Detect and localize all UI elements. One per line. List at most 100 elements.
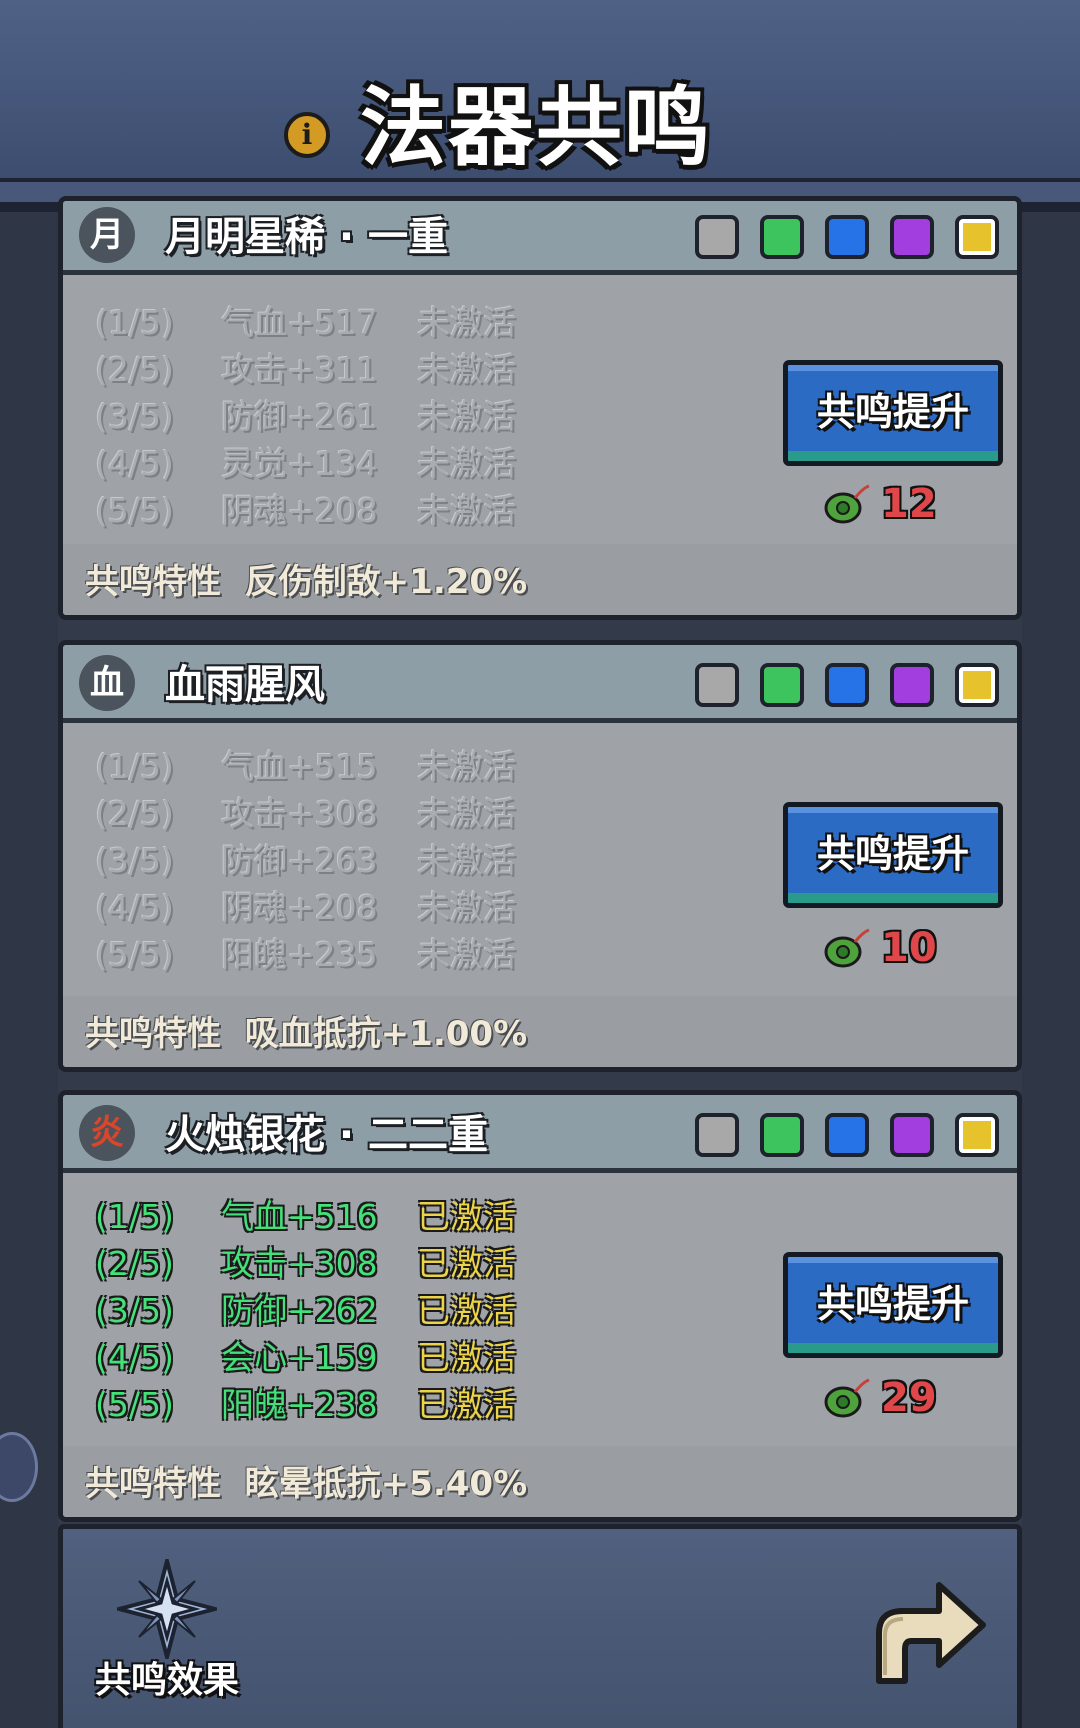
card-emblem-icon: 血 (79, 655, 135, 711)
bonus-row: (5/5) 阴魂+208 未激活 (95, 488, 595, 534)
bonus-state: 未激活 (417, 888, 516, 927)
trait-label: 共鸣特性 (85, 1014, 221, 1054)
resonance-upgrade-button[interactable]: 共鸣提升 (783, 802, 1003, 908)
upgrade-button-label: 共鸣提升 (816, 1282, 969, 1326)
bonus-level: (5/5) (95, 935, 174, 974)
gem-swatch[interactable] (760, 663, 804, 707)
trait-bar: 共鸣特性 眩晕抵抗+5.40% (63, 1446, 1017, 1517)
upgrade-cost: 29 (823, 1370, 983, 1426)
gem-swatch[interactable] (890, 1113, 934, 1157)
bonus-state: 未激活 (417, 747, 516, 786)
trait-label: 共鸣特性 (85, 562, 221, 602)
gem-swatch[interactable] (955, 215, 999, 259)
bonus-row: (5/5) 阳魄+235 未激活 (95, 932, 595, 978)
info-icon[interactable]: i (284, 112, 330, 158)
cost-value: 12 (881, 481, 937, 527)
card-body: (1/5) 气血+515 未激活 (2/5) 攻击+308 未激活 (3/5) … (63, 728, 1017, 1067)
bonus-level: (5/5) (95, 1385, 174, 1424)
gem-swatch[interactable] (695, 663, 739, 707)
cost-value: 29 (881, 1375, 937, 1421)
bonus-level: (2/5) (95, 1244, 174, 1283)
bonus-row: (4/5) 会心+159 已激活 (95, 1335, 595, 1381)
bonus-level: (5/5) (95, 491, 174, 530)
card-name: 月明星稀 · 一重 (165, 214, 449, 260)
jade-pendant-icon (824, 928, 870, 968)
bonus-stat: 阳魄+235 (221, 935, 378, 974)
bonus-row: (2/5) 攻击+308 未激活 (95, 791, 595, 837)
bonus-stat: 防御+263 (221, 841, 378, 880)
gem-swatch[interactable] (890, 215, 934, 259)
footer-bar: 共鸣效果 (58, 1524, 1022, 1728)
header-banner: i 法器共鸣 (0, 0, 1080, 212)
resonance-upgrade-button[interactable]: 共鸣提升 (783, 360, 1003, 466)
bonus-state: 未激活 (417, 491, 516, 530)
bonus-row: (4/5) 阴魂+208 未激活 (95, 885, 595, 931)
trait-label: 共鸣特性 (85, 1464, 221, 1504)
bonus-level: (3/5) (95, 841, 174, 880)
return-arrow-icon[interactable] (859, 1571, 989, 1691)
gem-swatch[interactable] (695, 1113, 739, 1157)
bonus-level: (1/5) (95, 303, 174, 342)
bonus-state: 已激活 (417, 1291, 516, 1330)
bonus-level: (4/5) (95, 1338, 174, 1377)
gem-swatch[interactable] (760, 1113, 804, 1157)
trait-value: 反伤制敌+1.20% (244, 562, 528, 602)
background-right (1022, 0, 1080, 1728)
card-body: (1/5) 气血+516 已激活 (2/5) 攻击+308 已激活 (3/5) … (63, 1178, 1017, 1517)
bonus-level: (1/5) (95, 1197, 174, 1236)
bonus-stat: 攻击+308 (221, 794, 378, 833)
star-compass-icon (117, 1559, 217, 1659)
upgrade-button-label: 共鸣提升 (816, 832, 969, 876)
bonus-row: (4/5) 灵觉+134 未激活 (95, 441, 595, 487)
bonus-state: 未激活 (417, 397, 516, 436)
resonance-card: 炎 火烛银花 · 二二重 (1/5) 气血+516 已激活 (2/5) 攻击+3… (58, 1090, 1022, 1522)
gem-swatch[interactable] (825, 1113, 869, 1157)
card-emblem-icon: 炎 (79, 1105, 135, 1161)
bonus-state: 未激活 (417, 303, 516, 342)
bonus-row: (3/5) 防御+261 未激活 (95, 394, 595, 440)
bonus-state: 已激活 (417, 1244, 516, 1283)
bonus-row: (1/5) 气血+517 未激活 (95, 300, 595, 346)
gem-selector (695, 1113, 1007, 1159)
gem-swatch[interactable] (825, 215, 869, 259)
resonance-effect-label: 共鸣效果 (94, 1660, 239, 1701)
bonus-state: 未激活 (417, 841, 516, 880)
bonus-level: (3/5) (95, 1291, 174, 1330)
bonus-state: 已激活 (417, 1197, 516, 1236)
resonance-effect-button[interactable]: 共鸣效果 (77, 1559, 257, 1719)
card-emblem-icon: 月 (79, 207, 135, 263)
page-title: 法器共鸣 (360, 78, 712, 178)
bonus-state: 未激活 (417, 444, 516, 483)
trait-value: 吸血抵抗+1.00% (244, 1014, 528, 1054)
trait-bar: 共鸣特性 吸血抵抗+1.00% (63, 996, 1017, 1067)
trait-text: 共鸣特性 反伤制敌+1.20% (85, 556, 785, 608)
gem-swatch[interactable] (955, 663, 999, 707)
gem-selector (695, 215, 1007, 261)
bonus-level: (3/5) (95, 397, 174, 436)
bonus-stat: 攻击+311 (221, 350, 378, 389)
bonus-row: (1/5) 气血+516 已激活 (95, 1194, 595, 1240)
bonus-row: (3/5) 防御+262 已激活 (95, 1288, 595, 1334)
gem-swatch[interactable] (695, 215, 739, 259)
trait-text: 共鸣特性 吸血抵抗+1.00% (85, 1008, 785, 1060)
card-header: 炎 火烛银花 · 二二重 (63, 1095, 1017, 1173)
card-name: 火烛银花 · 二二重 (165, 1112, 489, 1158)
bonus-stat: 阳魄+238 (221, 1385, 378, 1424)
trait-text: 共鸣特性 眩晕抵抗+5.40% (85, 1458, 785, 1510)
upgrade-button-label: 共鸣提升 (816, 390, 969, 434)
card-header: 月 月明星稀 · 一重 (63, 201, 1017, 275)
resonance-card: 血 血雨腥风 (1/5) 气血+515 未激活 (2/5) 攻击+308 未激活… (58, 640, 1022, 1072)
bonus-stat: 气血+515 (221, 747, 378, 786)
trait-value: 眩晕抵抗+5.40% (244, 1464, 528, 1504)
bonus-state: 未激活 (417, 935, 516, 974)
bonus-stat: 气血+517 (221, 303, 378, 342)
jade-pendant-icon (824, 484, 870, 524)
gem-swatch[interactable] (955, 1113, 999, 1157)
resonance-upgrade-button[interactable]: 共鸣提升 (783, 1252, 1003, 1358)
gem-swatch[interactable] (890, 663, 934, 707)
gem-swatch[interactable] (760, 215, 804, 259)
card-body: (1/5) 气血+517 未激活 (2/5) 攻击+311 未激活 (3/5) … (63, 280, 1017, 615)
gem-swatch[interactable] (825, 663, 869, 707)
bonus-stat: 阴魂+208 (221, 888, 378, 927)
upgrade-cost: 10 (823, 920, 983, 976)
